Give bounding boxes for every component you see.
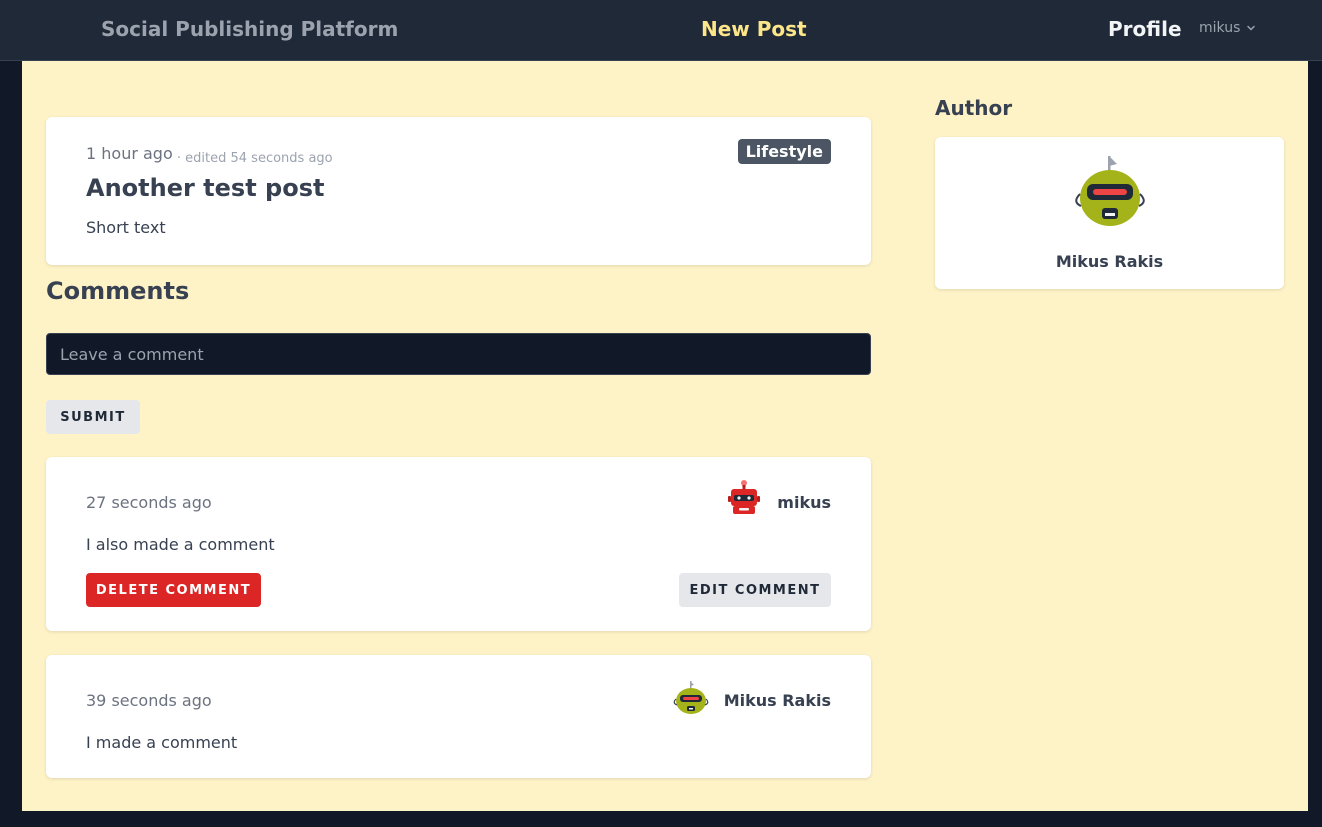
post-body: Short text: [86, 218, 166, 237]
user-menu-dropdown[interactable]: mikus: [1199, 20, 1256, 36]
red-robot-avatar-icon: [728, 480, 760, 514]
comments-heading: Comments: [46, 277, 190, 305]
post-card: 1 hour ago 1 hour ago · edited 54 second…: [46, 117, 871, 265]
comment-author[interactable]: Mikus Rakis: [724, 691, 831, 710]
submit-comment-button[interactable]: SUBMIT: [46, 400, 140, 434]
top-navbar: Social Publishing Platform New Post Prof…: [0, 0, 1322, 61]
comment-timestamp: 27 seconds ago: [86, 493, 212, 512]
comment-text: I made a comment: [86, 733, 238, 752]
comment-card: 39 seconds ago Mikus Rakis I made a comm…: [46, 655, 871, 778]
green-robot-avatar-icon: [673, 681, 709, 714]
post-title: Another test post: [86, 174, 325, 202]
author-name[interactable]: Mikus Rakis: [935, 252, 1284, 271]
delete-comment-button[interactable]: DELETE COMMENT: [86, 573, 261, 607]
author-card: Mikus Rakis: [935, 137, 1284, 289]
profile-link[interactable]: Profile: [1108, 17, 1182, 41]
comment-timestamp: 39 seconds ago: [86, 691, 212, 710]
comment-author[interactable]: mikus: [777, 493, 831, 512]
post-edited-note: 1 hour ago · edited 54 seconds ago: [86, 147, 333, 166]
user-menu-label: mikus: [1199, 20, 1241, 36]
comment-input[interactable]: [46, 333, 871, 375]
author-heading: Author: [935, 96, 1013, 120]
comment-card: 27 seconds ago mikus I also made a comme…: [46, 457, 871, 631]
new-post-link[interactable]: New Post: [701, 17, 807, 41]
green-robot-avatar-icon: [1075, 156, 1145, 226]
chevron-down-icon: [1247, 25, 1256, 31]
post-edited-text: · edited 54 seconds ago: [176, 151, 333, 166]
main-content: 1 hour ago 1 hour ago · edited 54 second…: [22, 61, 1308, 811]
brand-link[interactable]: Social Publishing Platform: [101, 17, 398, 41]
comment-text: I also made a comment: [86, 535, 275, 554]
edit-comment-button[interactable]: EDIT COMMENT: [679, 573, 831, 607]
category-badge[interactable]: Lifestyle: [737, 139, 831, 164]
